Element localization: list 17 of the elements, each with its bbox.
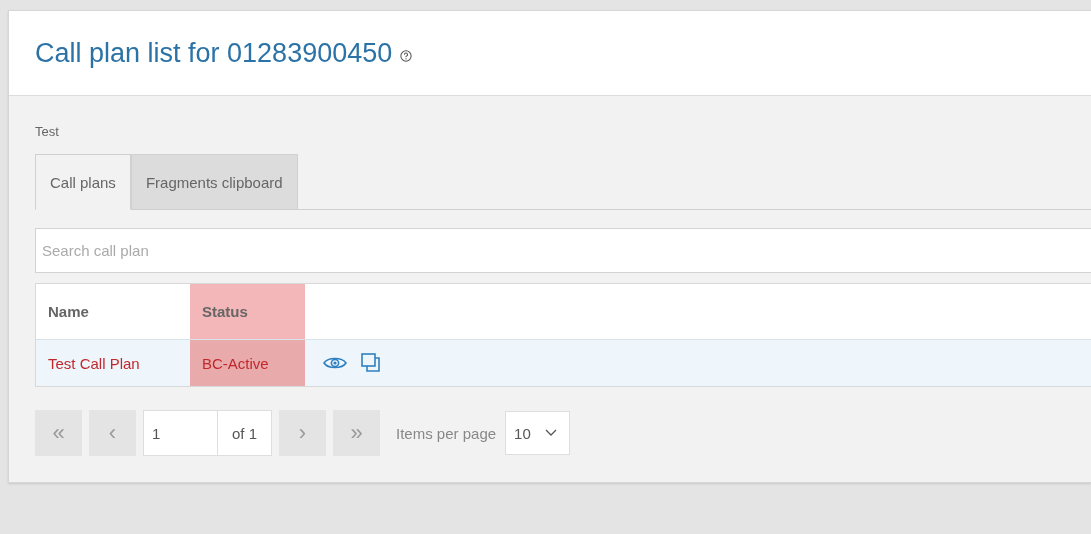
tab[interactable]: Call plans: [35, 154, 131, 210]
tab[interactable]: Fragments clipboard: [130, 154, 298, 210]
items-per-page-label: Items per page: [396, 424, 497, 442]
page-number-field[interactable]: 1: [143, 410, 218, 456]
eye-icon[interactable]: [323, 356, 347, 370]
column-header[interactable]: Status: [190, 284, 305, 339]
column-header[interactable]: Name: [36, 284, 190, 339]
section-label: Test: [35, 124, 60, 138]
page-size-select[interactable]: 10: [505, 411, 570, 455]
help-icon[interactable]: [400, 50, 413, 62]
page-count: of 1: [218, 410, 273, 456]
table-cell: BC-Active: [190, 340, 305, 386]
chevron-down-icon: [544, 429, 557, 437]
search-field[interactable]: Search call plan: [35, 228, 1091, 273]
table-cell-text: Test Call Plan: [47, 353, 141, 374]
page-title: Call plan list for 01283900450: [35, 37, 393, 69]
copy-icon[interactable]: [361, 353, 381, 373]
